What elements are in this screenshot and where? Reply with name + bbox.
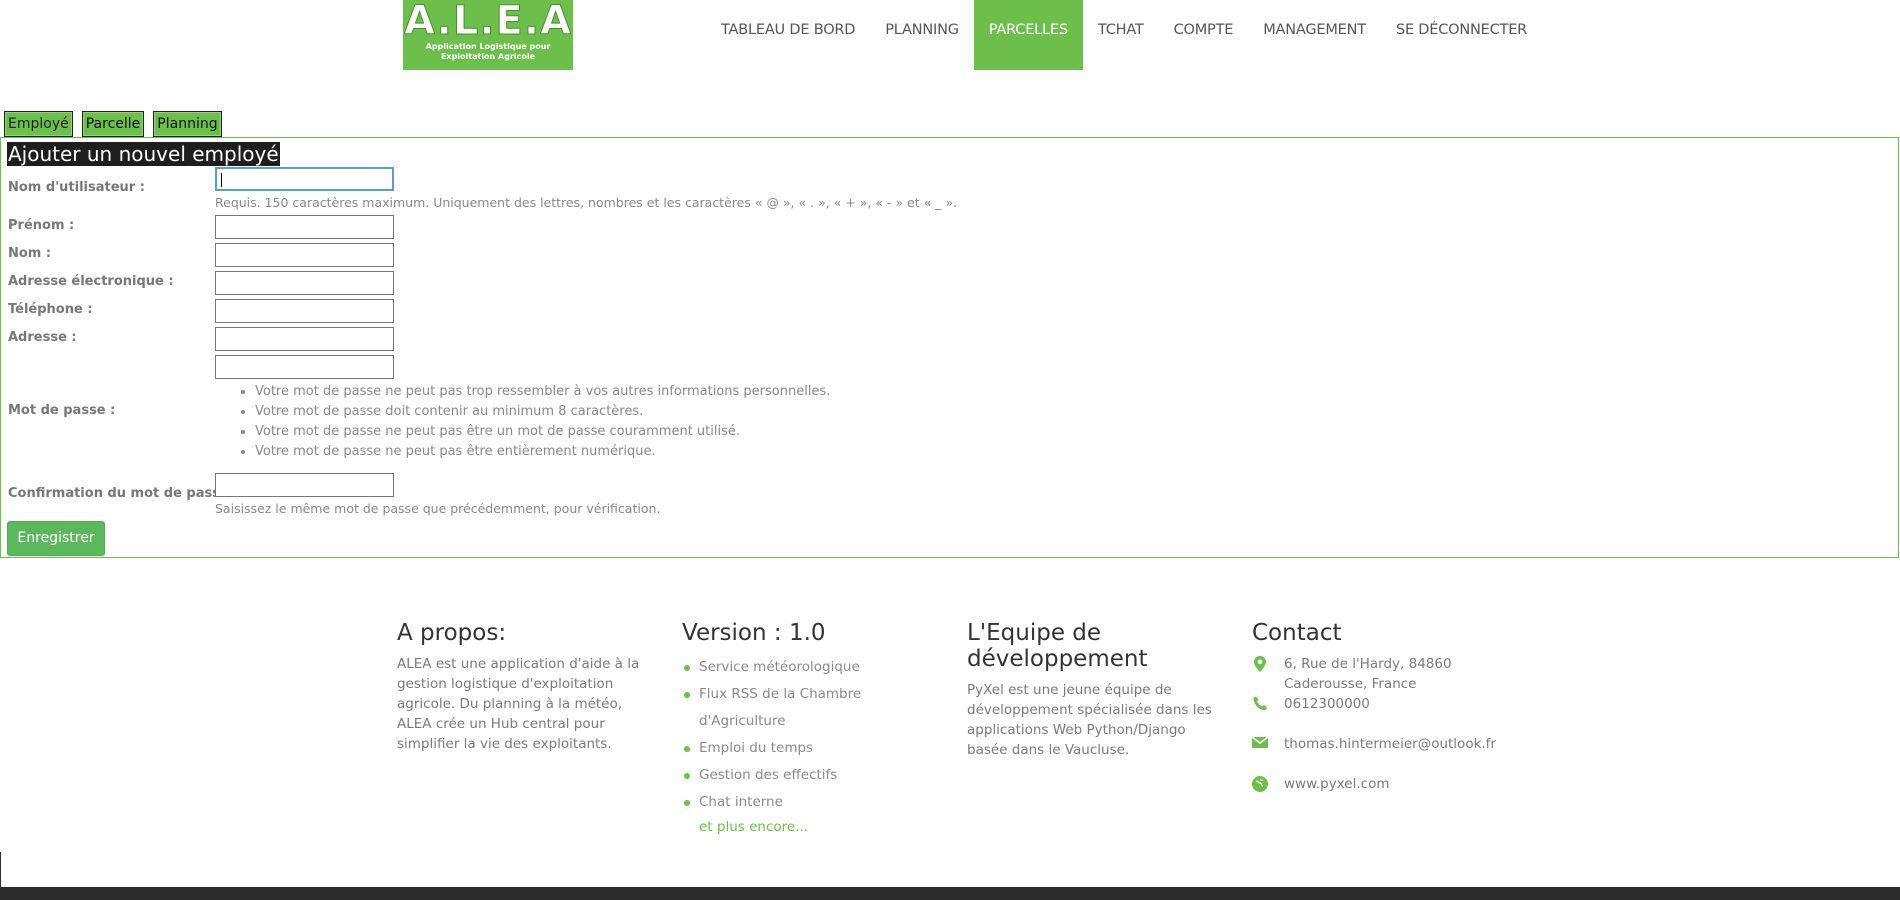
footer-team: L'Equipe de développement PyXel est une … [967, 620, 1212, 760]
phone-label: Téléphone : [8, 302, 93, 317]
password-rule: Votre mot de passe ne peut pas être un m… [255, 422, 830, 442]
globe-icon [1252, 776, 1268, 792]
password-rule: Votre mot de passe ne peut pas être enti… [255, 442, 830, 462]
address-input[interactable] [215, 327, 394, 351]
phone-icon [1252, 696, 1268, 712]
lastname-label: Nom : [8, 246, 52, 261]
username-input[interactable] [215, 167, 394, 191]
contact-website: www.pyxel.com [1252, 774, 1512, 814]
about-title: A propos: [397, 620, 507, 646]
form-tabs: Employé Parcelle Planning [4, 111, 222, 137]
save-button[interactable]: Enregistrer [7, 521, 105, 556]
confirm-password-help: Saisissez le même mot de passe que précé… [215, 501, 661, 516]
logo-title: A.L.E.A [403, 0, 573, 44]
team-text: PyXel est une jeune équipe de développem… [967, 682, 1212, 758]
bullet-icon [684, 665, 690, 671]
bullet-icon [684, 746, 690, 752]
footer-version: Version : 1.0 Service météorologique Flu… [682, 620, 922, 838]
email-label: Adresse électronique : [8, 274, 174, 289]
nav-planning[interactable]: PLANNING [870, 0, 974, 70]
feature-list: Service météorologique Flux RSS de la Ch… [682, 654, 922, 816]
contact-address: 6, Rue de l'Hardy, 84860 Caderousse, Fra… [1252, 654, 1484, 694]
envelope-icon [1251, 736, 1269, 752]
form-title: Ajouter un nouvel employé [7, 142, 280, 166]
tab-planning[interactable]: Planning [153, 111, 222, 137]
nav-se-deconnecter[interactable]: SE DÉCONNECTER [1381, 0, 1542, 70]
password-rules: Votre mot de passe ne peut pas trop ress… [215, 382, 830, 462]
firstname-input[interactable] [215, 215, 394, 239]
version-title: Version : 1.0 [682, 620, 826, 646]
logo-subtitle-1: Application Logistique pour [425, 42, 551, 51]
alea-logo[interactable]: A.L.E.A Application Logistique pour Expl… [403, 0, 573, 70]
footer-about: A propos: ALEA est une application d'aid… [397, 620, 652, 754]
nav-tableau-de-bord[interactable]: TABLEAU DE BORD [706, 0, 870, 70]
nav-tchat[interactable]: TCHAT [1083, 0, 1159, 70]
bullet-icon [684, 692, 690, 698]
password-label: Mot de passe : [8, 403, 116, 418]
bullet-icon [684, 773, 690, 779]
tab-employe[interactable]: Employé [4, 111, 73, 137]
address-label: Adresse : [8, 330, 77, 345]
tab-parcelle[interactable]: Parcelle [81, 111, 145, 137]
footer-contact: Contact 6, Rue de l'Hardy, 84860 Caderou… [1251, 620, 1512, 814]
team-title: L'Equipe de développement [967, 620, 1148, 672]
nav-parcelles[interactable]: PARCELLES [973, 0, 1083, 70]
bullet-icon [684, 800, 690, 806]
confirm-password-label: Confirmation du mot de passe : [8, 486, 239, 501]
list-item: Service météorologique [682, 654, 922, 681]
about-text: ALEA est une application d'aide à la ges… [397, 656, 640, 752]
list-item: Gestion des effectifs [682, 762, 922, 789]
list-item: Emploi du temps [682, 735, 922, 762]
footer-bottom-bar [0, 887, 1900, 900]
phone-input[interactable] [215, 299, 394, 323]
confirm-password-input[interactable] [215, 473, 394, 497]
username-label: Nom d'utilisateur : [8, 180, 145, 195]
list-item: Flux RSS de la Chambre d'Agriculture [682, 681, 922, 735]
text-caret [221, 173, 222, 187]
password-input[interactable] [215, 355, 394, 379]
username-help: Requis. 150 caractères maximum. Uniqueme… [215, 195, 958, 210]
password-rule: Votre mot de passe doit contenir au mini… [255, 402, 830, 422]
list-item: Chat interne [682, 789, 922, 816]
contact-email: thomas.hintermeier@outlook.fr [1251, 734, 1512, 774]
page-edge [0, 852, 1, 887]
main-nav: TABLEAU DE BORD PLANNING PARCELLES TCHAT… [706, 0, 1542, 70]
contact-phone: 0612300000 [1252, 694, 1512, 734]
nav-management[interactable]: MANAGEMENT [1248, 0, 1381, 70]
nav-compte[interactable]: COMPTE [1159, 0, 1249, 70]
password-rule: Votre mot de passe ne peut pas trop ress… [255, 382, 830, 402]
map-pin-icon [1252, 656, 1268, 672]
contact-title: Contact [1252, 620, 1342, 646]
lastname-input[interactable] [215, 243, 394, 267]
email-input[interactable] [215, 271, 394, 295]
firstname-label: Prénom : [8, 218, 75, 233]
logo-subtitle-2: Exploitation Agricole [440, 52, 536, 61]
more-link[interactable]: et plus encore... [682, 816, 922, 838]
